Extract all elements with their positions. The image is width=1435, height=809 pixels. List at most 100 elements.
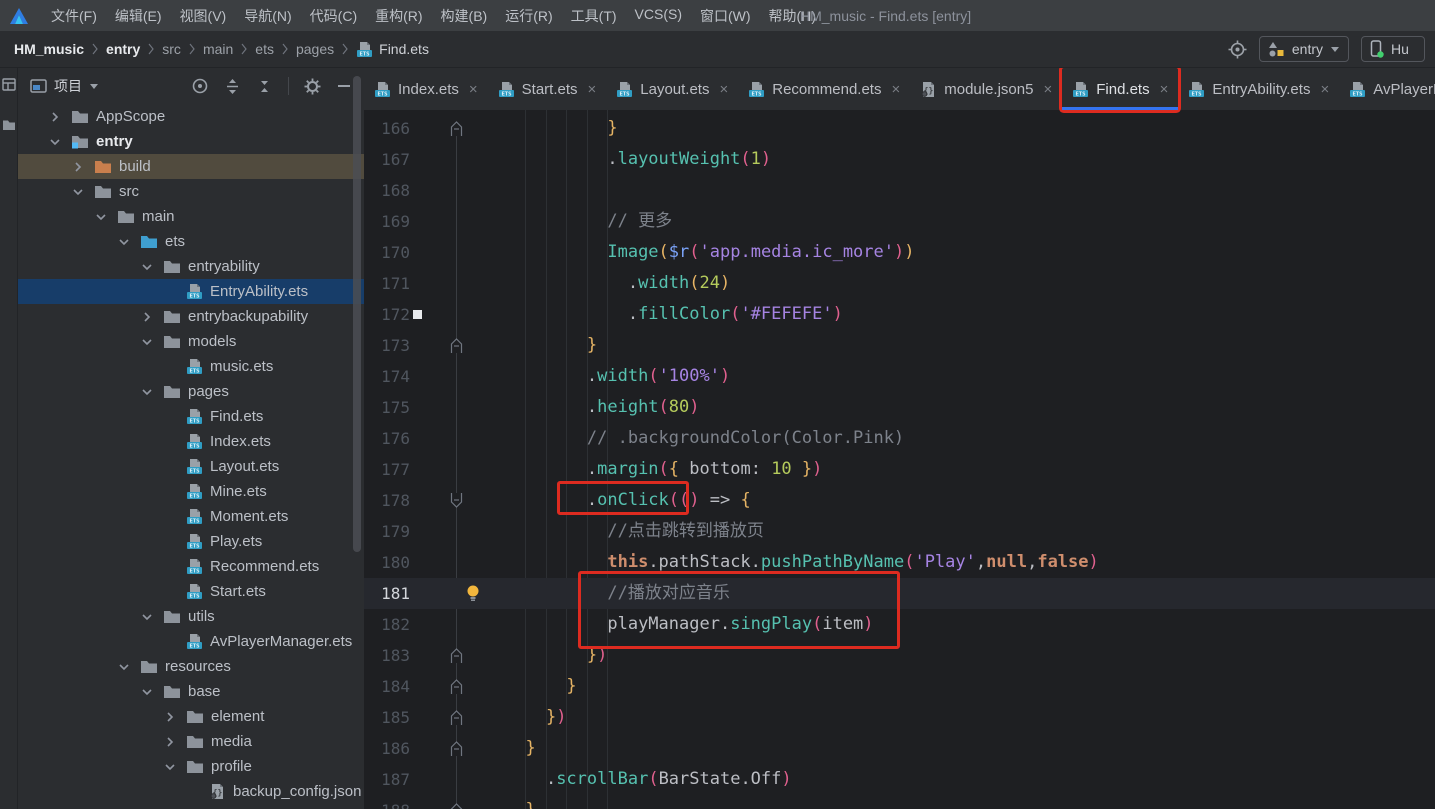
breadcrumb-item-entry[interactable]: entry xyxy=(102,39,144,59)
close-icon[interactable]: × xyxy=(1160,81,1169,98)
tree-item-AppScope[interactable]: AppScope xyxy=(18,104,364,129)
close-icon[interactable]: × xyxy=(1320,81,1329,98)
fold-marker-icon[interactable] xyxy=(449,337,464,354)
target-icon[interactable] xyxy=(1228,40,1247,59)
tree-item-profile[interactable]: profile xyxy=(18,754,364,779)
tree-item-music.ets[interactable]: ETSmusic.ets xyxy=(18,354,364,379)
tree-item-AvPlayerManager.ets[interactable]: ETSAvPlayerManager.ets xyxy=(18,629,364,654)
tree-item-entryability[interactable]: entryability xyxy=(18,254,364,279)
tree-item-Start.ets[interactable]: ETSStart.ets xyxy=(18,579,364,604)
tree-item-models[interactable]: models xyxy=(18,329,364,354)
tab-Recommend.ets[interactable]: ETSRecommend.ets× xyxy=(738,68,910,110)
close-icon[interactable]: × xyxy=(469,81,478,98)
chevron-down-icon[interactable] xyxy=(139,334,159,350)
expand-all-icon[interactable] xyxy=(224,78,241,95)
tree-item-main[interactable]: main xyxy=(18,204,364,229)
breadcrumb-item-src[interactable]: src xyxy=(158,39,185,59)
tab-AvPlayerManager.ets[interactable]: ETSAvPlayerManager.ets× xyxy=(1339,68,1435,110)
line-number: 177 xyxy=(364,454,410,485)
fold-marker-icon[interactable] xyxy=(449,802,464,809)
run-config-selector[interactable]: entry xyxy=(1259,36,1349,62)
chevron-down-icon[interactable] xyxy=(47,134,67,150)
tree-item-ets[interactable]: ets xyxy=(18,229,364,254)
tree-item-EntryAbility.ets[interactable]: ETSEntryAbility.ets xyxy=(18,279,364,304)
menu-item-0[interactable]: 文件(F) xyxy=(42,6,106,26)
tab-module.json5[interactable]: {}module.json5× xyxy=(910,68,1062,110)
fold-marker-icon[interactable] xyxy=(449,740,464,757)
chevron-down-icon[interactable] xyxy=(139,384,159,400)
breadcrumb-item-main[interactable]: main xyxy=(199,39,237,59)
tree-item-entry[interactable]: entry xyxy=(18,129,364,154)
collapse-all-icon[interactable] xyxy=(256,78,273,95)
tab-Find.ets[interactable]: ETSFind.ets× xyxy=(1062,68,1178,110)
chevron-right-icon[interactable] xyxy=(70,159,90,175)
tree-scrollbar[interactable] xyxy=(353,76,361,552)
hide-panel-icon[interactable] xyxy=(336,78,352,94)
device-selector[interactable]: Hu xyxy=(1361,36,1425,62)
breadcrumb-item-pages[interactable]: pages xyxy=(292,39,338,59)
chevron-down-icon[interactable] xyxy=(139,609,159,625)
chevron-down-icon[interactable] xyxy=(116,659,136,675)
locate-file-icon[interactable] xyxy=(191,77,209,95)
breadcrumb-item-HM_music[interactable]: HM_music xyxy=(10,39,88,59)
breadcrumb-item-Find.ets[interactable]: ETSFind.ets xyxy=(352,39,433,60)
chevron-down-icon[interactable] xyxy=(93,209,113,225)
chevron-down-icon[interactable] xyxy=(116,234,136,250)
chevron-right-icon[interactable] xyxy=(139,309,159,325)
tree-item-src[interactable]: src xyxy=(18,179,364,204)
close-icon[interactable]: × xyxy=(891,81,900,98)
project-view-selector[interactable]: 项目 xyxy=(30,76,99,96)
tree-item-base[interactable]: base xyxy=(18,679,364,704)
chevron-right-icon[interactable] xyxy=(162,734,182,750)
menu-item-1[interactable]: 编辑(E) xyxy=(106,6,171,26)
gear-icon[interactable] xyxy=(304,78,321,95)
tree-item-Play.ets[interactable]: ETSPlay.ets xyxy=(18,529,364,554)
tab-Start.ets[interactable]: ETSStart.ets× xyxy=(488,68,607,110)
tab-Layout.ets[interactable]: ETSLayout.ets× xyxy=(606,68,738,110)
tree-item-entrybackupability[interactable]: entrybackupability xyxy=(18,304,364,329)
tree-item-Find.ets[interactable]: ETSFind.ets xyxy=(18,404,364,429)
tree-item-label: Index.ets xyxy=(210,433,271,450)
close-icon[interactable]: × xyxy=(588,81,597,98)
close-icon[interactable]: × xyxy=(1043,81,1052,98)
fold-marker-icon[interactable] xyxy=(449,647,464,664)
menu-item-9[interactable]: VCS(S) xyxy=(626,6,691,22)
menu-item-10[interactable]: 窗口(W) xyxy=(691,6,760,26)
menu-item-7[interactable]: 运行(R) xyxy=(496,6,561,26)
chevron-down-icon[interactable] xyxy=(70,184,90,200)
menu-item-6[interactable]: 构建(B) xyxy=(432,6,497,26)
tree-item-Layout.ets[interactable]: ETSLayout.ets xyxy=(18,454,364,479)
tab-Index.ets[interactable]: ETSIndex.ets× xyxy=(364,68,488,110)
fold-marker-icon[interactable] xyxy=(449,492,464,509)
tree-item-backup_config.json[interactable]: {}backup_config.json xyxy=(18,779,364,804)
fold-marker-icon[interactable] xyxy=(449,120,464,137)
tree-item-Moment.ets[interactable]: ETSMoment.ets xyxy=(18,504,364,529)
chevron-down-icon[interactable] xyxy=(139,259,159,275)
fold-marker-icon[interactable] xyxy=(449,678,464,695)
folder-tool-icon[interactable] xyxy=(2,119,16,131)
menu-item-4[interactable]: 代码(C) xyxy=(301,6,366,26)
tree-item-media[interactable]: media xyxy=(18,729,364,754)
menu-item-5[interactable]: 重构(R) xyxy=(366,6,431,26)
chevron-right-icon[interactable] xyxy=(47,109,67,125)
chevron-down-icon[interactable] xyxy=(162,759,182,775)
chevron-down-icon[interactable] xyxy=(139,684,159,700)
menu-item-3[interactable]: 导航(N) xyxy=(235,6,300,26)
close-icon[interactable]: × xyxy=(719,81,728,98)
tree-item-resources[interactable]: resources xyxy=(18,654,364,679)
tree-item-Recommend.ets[interactable]: ETSRecommend.ets xyxy=(18,554,364,579)
chevron-right-icon[interactable] xyxy=(162,709,182,725)
tree-item-element[interactable]: element xyxy=(18,704,364,729)
project-tool-icon[interactable] xyxy=(2,78,16,91)
menu-item-8[interactable]: 工具(T) xyxy=(562,6,626,26)
tree-item-Mine.ets[interactable]: ETSMine.ets xyxy=(18,479,364,504)
tree-item-build[interactable]: build xyxy=(18,154,364,179)
tree-item-Index.ets[interactable]: ETSIndex.ets xyxy=(18,429,364,454)
tree-item-utils[interactable]: utils xyxy=(18,604,364,629)
tab-EntryAbility.ets[interactable]: ETSEntryAbility.ets× xyxy=(1178,68,1339,110)
menu-item-2[interactable]: 视图(V) xyxy=(171,6,236,26)
breadcrumb-item-ets[interactable]: ets xyxy=(251,39,278,59)
intention-bulb-icon[interactable] xyxy=(465,584,481,603)
fold-marker-icon[interactable] xyxy=(449,709,464,726)
tree-item-pages[interactable]: pages xyxy=(18,379,364,404)
